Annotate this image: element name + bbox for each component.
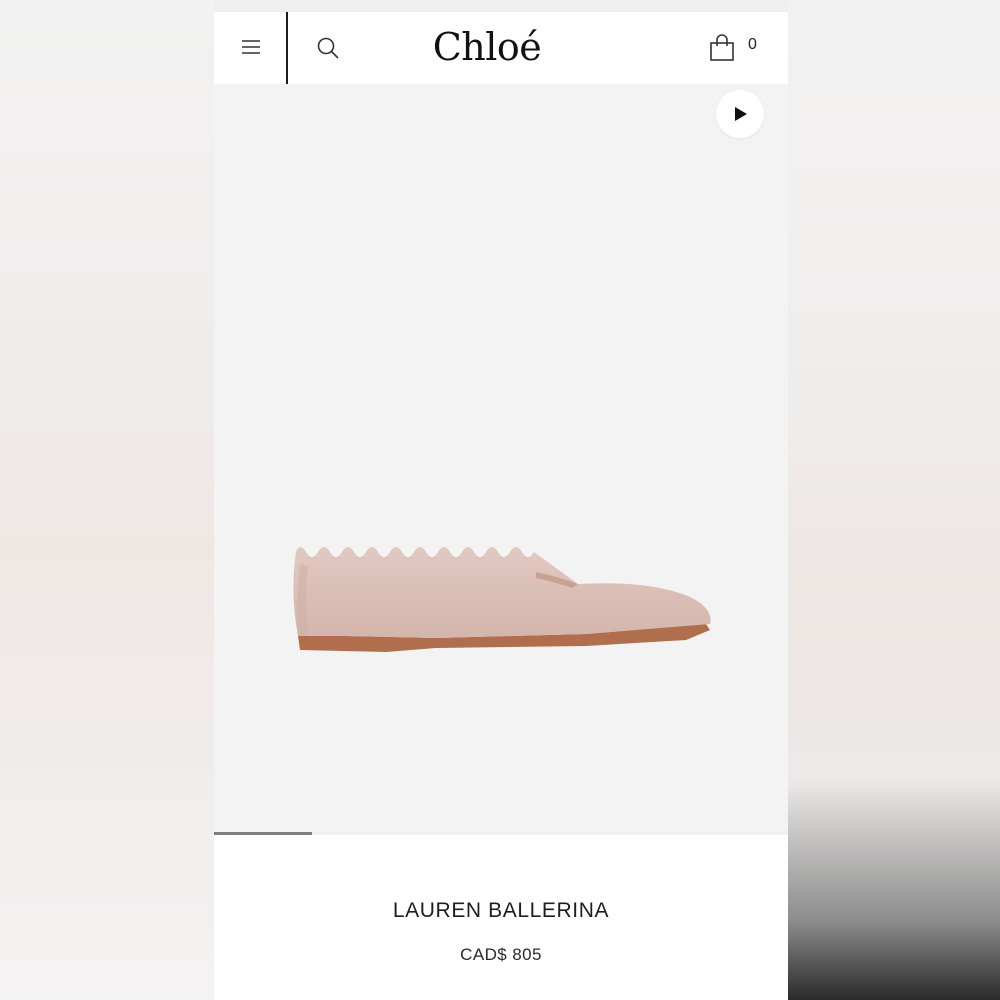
search-icon: [317, 37, 339, 59]
play-video-button[interactable]: [716, 90, 764, 138]
product-name[interactable]: LAUREN BALLERINA: [214, 899, 788, 923]
menu-button[interactable]: [236, 32, 266, 62]
product-price: CAD$ 805: [460, 945, 542, 964]
status-strip: [214, 0, 788, 12]
play-icon: [735, 107, 747, 121]
product-media[interactable]: [214, 84, 788, 832]
cart-button[interactable]: [706, 32, 738, 64]
product-info: LAUREN BALLERINA CAD$ 805: [214, 835, 788, 1000]
blurred-backdrop-left: [0, 0, 214, 1000]
cart-count: 0: [748, 36, 757, 53]
site-header: Chloé 0: [214, 12, 788, 84]
shopping-bag-icon: [710, 34, 734, 61]
phone-screen: Chloé 0 LAUREN BALLERINA CAD$ 805: [214, 0, 788, 1000]
product-image-shoe: [293, 547, 711, 652]
hamburger-menu-icon: [242, 40, 260, 54]
header-divider: [286, 12, 288, 84]
search-button[interactable]: [312, 32, 344, 64]
blurred-backdrop-right: [788, 0, 1000, 1000]
brand-logo[interactable]: Chloé: [384, 22, 590, 72]
